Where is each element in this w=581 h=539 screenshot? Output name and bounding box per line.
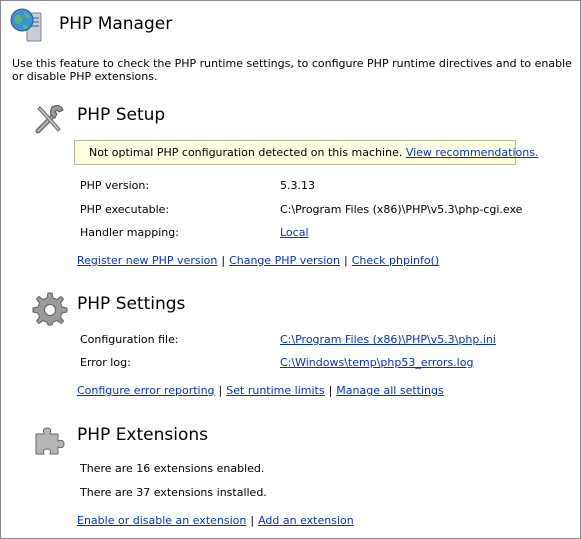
register-php-version-link[interactable]: Register new PHP version [77, 254, 217, 267]
gear-icon [32, 292, 68, 326]
tools-icon [35, 105, 64, 134]
change-php-version-link[interactable]: Change PHP version [229, 254, 340, 267]
view-recommendations-link[interactable]: View recommendations. [406, 146, 539, 159]
globe-server-icon [10, 8, 42, 42]
php-version-value: 5.3.13 [280, 179, 315, 192]
page-description: Use this feature to check the PHP runtim… [12, 57, 572, 83]
error-log-label: Error log: [80, 356, 131, 369]
puzzle-icon [35, 427, 65, 455]
page-title: PHP Manager [59, 14, 173, 34]
set-runtime-limits-link[interactable]: Set runtime limits [226, 384, 324, 397]
php-version-label: PHP version: [80, 179, 150, 192]
php-executable-value: C:\Program Files (x86)\PHP\v5.3\php-cgi.… [280, 203, 523, 216]
extensions-installed-text: There are 37 extensions installed. [80, 486, 267, 499]
configuration-file-label: Configuration file: [80, 333, 179, 346]
settings-actions: Configure error reporting | Set runtime li… [77, 384, 444, 397]
php-setup-title: PHP Setup [77, 105, 166, 125]
php-manager-panel: PHP Manager Use this feature to check th… [0, 0, 581, 539]
manage-all-settings-link[interactable]: Manage all settings [336, 384, 443, 397]
add-extension-link[interactable]: Add an extension [258, 514, 354, 527]
configure-error-reporting-link[interactable]: Configure error reporting [77, 384, 215, 397]
extensions-actions: Enable or disable an extension | Add an ex… [77, 514, 354, 527]
php-executable-label: PHP executable: [80, 203, 170, 216]
setup-actions: Register new PHP version | Change PHP vers… [77, 254, 440, 267]
error-log-link[interactable]: C:\Windows\temp\php53_errors.log [280, 356, 473, 369]
warning-text: Not optimal PHP configuration detected o… [89, 146, 539, 159]
warning-banner: Not optimal PHP configuration detected o… [74, 140, 538, 165]
php-settings-title: PHP Settings [77, 294, 186, 314]
enable-disable-extension-link[interactable]: Enable or disable an extension [77, 514, 246, 527]
check-phpinfo-link[interactable]: Check phpinfo() [352, 254, 439, 267]
php-extensions-title: PHP Extensions [77, 425, 209, 445]
extensions-enabled-text: There are 16 extensions enabled. [80, 462, 265, 475]
configuration-file-link[interactable]: C:\Program Files (x86)\PHP\v5.3\php.ini [280, 333, 496, 346]
handler-mapping-link[interactable]: Local [280, 226, 309, 239]
handler-mapping-label: Handler mapping: [80, 226, 179, 239]
